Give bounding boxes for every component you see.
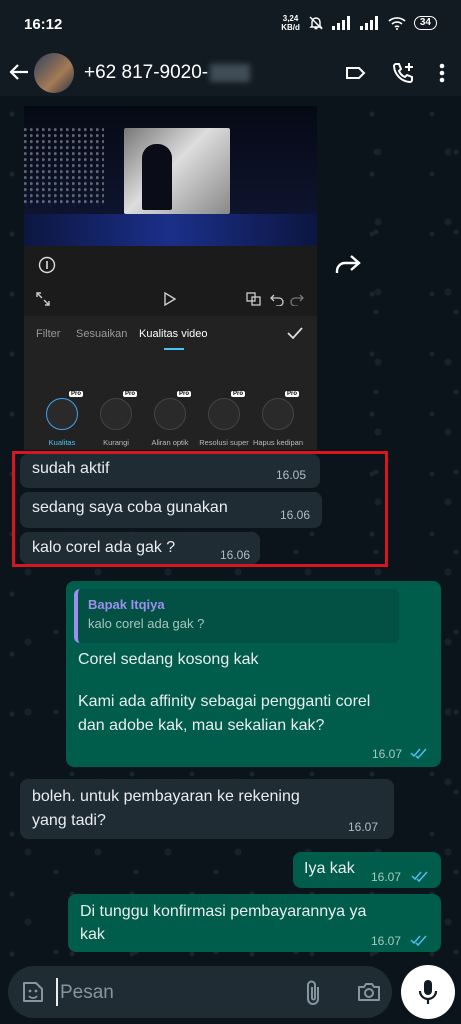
tool-quality: Pro Kualitas	[44, 391, 83, 447]
status-time: 16:12	[24, 16, 63, 33]
stage-screen	[124, 128, 230, 214]
header-actions	[343, 61, 445, 85]
pro-badge: Pro	[284, 391, 299, 397]
compare-icon	[246, 292, 261, 306]
message-text: Kami ada affinity sebagai pengganti core…	[78, 693, 371, 710]
editor-tab-quality: Kualitas video	[139, 328, 208, 340]
performer	[142, 144, 172, 210]
video-preview	[24, 106, 317, 246]
mute-bell-icon	[309, 16, 323, 30]
message-time: 16.07	[372, 747, 403, 761]
stage-lights	[24, 214, 317, 246]
tool-label: Hapus kedipan	[252, 438, 304, 447]
undo-icon	[270, 294, 284, 306]
wifi-icon	[388, 17, 406, 30]
contact-name[interactable]: +62 817-9020-	[84, 62, 251, 84]
network-speed-unit: KB/d	[281, 23, 300, 32]
redo-icon	[290, 294, 304, 306]
message-time: 16.07	[371, 934, 402, 948]
pro-badge: Pro	[230, 391, 245, 397]
message-text: boleh. untuk pembayaran ke rekening	[32, 788, 300, 805]
message-outgoing[interactable]: Iya kak 16.07	[293, 852, 441, 888]
read-ticks-icon	[410, 935, 427, 946]
quoted-text: kalo corel ada gak ?	[88, 616, 205, 631]
editor-controls	[24, 246, 317, 316]
battery-level: 34	[413, 16, 437, 30]
editor-tab-adjust: Sesuaikan	[76, 328, 128, 340]
play-icon	[164, 292, 176, 306]
message-text: Di tunggu konfirmasi pembayarannya ya	[80, 903, 367, 920]
message-incoming[interactable]: boleh. untuk pembayaran ke rekening yang…	[20, 779, 394, 839]
status-bar: 16:12 3,24 KB/d 34	[0, 0, 461, 50]
voice-record-button[interactable]	[401, 965, 455, 1019]
pro-badge: Pro	[122, 391, 137, 397]
tool-reduce: Pro Kurangi	[98, 391, 137, 447]
message-outgoing[interactable]: Di tunggu konfirmasi pembayarannya ya ka…	[68, 894, 441, 952]
signal-icon	[331, 16, 350, 30]
image-message[interactable]: Filter Sesuaikan Kualitas video Pro Kual…	[24, 106, 317, 450]
tool-deflicker: Pro Hapus kedipan	[253, 391, 303, 447]
message-composer	[8, 966, 392, 1018]
network-speed: 3,24 KB/d	[281, 14, 300, 32]
avatar[interactable]	[34, 53, 74, 93]
network-speed-value: 3,24	[282, 14, 299, 23]
message-outgoing[interactable]: Bapak Itqiya kalo corel ada gak ? Corel …	[66, 581, 441, 767]
message-text: dan adobe kak, mau sekalian kak?	[78, 717, 325, 734]
contact-number: +62 817-9020-	[84, 62, 209, 83]
message-time: 16.07	[348, 820, 379, 834]
forward-icon[interactable]	[329, 248, 365, 280]
message-text: Corel sedang kosong kak	[78, 651, 259, 668]
message-text: yang tadi?	[32, 812, 106, 829]
more-options-icon[interactable]	[439, 61, 445, 85]
quoted-sender: Bapak Itqiya	[88, 597, 165, 612]
add-call-icon[interactable]	[391, 61, 415, 85]
camera-icon[interactable]	[356, 980, 382, 1004]
message-text: kak	[80, 926, 105, 943]
active-tab-indicator	[164, 348, 184, 350]
deflicker-icon: Pro	[262, 391, 299, 430]
message-text: Iya kak	[304, 860, 355, 877]
label-icon[interactable]	[343, 61, 367, 85]
crowd-lights	[24, 126, 104, 206]
redacted-number	[210, 63, 251, 82]
attach-icon[interactable]	[304, 979, 324, 1007]
4k-icon: Pro	[208, 391, 245, 430]
chat-header: +62 817-9020-	[0, 50, 461, 96]
quoted-message[interactable]: Bapak Itqiya kalo corel ada gak ?	[74, 589, 399, 643]
quality-hd-icon: Pro	[46, 391, 83, 430]
pro-badge: Pro	[68, 391, 83, 397]
check-icon	[287, 327, 303, 340]
optical-flow-icon: Pro	[154, 391, 191, 430]
tool-optical-flow: Pro Aliran optik	[151, 391, 191, 447]
microphone-icon	[418, 980, 438, 1004]
pro-badge: Pro	[176, 391, 191, 397]
editor-tabs: Filter Sesuaikan Kualitas video	[24, 316, 317, 354]
read-ticks-icon	[411, 871, 428, 882]
message-time: 16.07	[371, 870, 402, 884]
fullscreen-icon	[36, 292, 50, 306]
tool-super-resolution: Pro Resolusi super	[199, 391, 249, 447]
sticker-icon[interactable]	[20, 979, 46, 1005]
signal-icon-2	[359, 16, 378, 30]
status-icons: 3,24 KB/d 34	[281, 14, 437, 32]
highlight-box	[12, 451, 388, 567]
editor-tools: Pro Kualitas Pro Kurangi Pro Aliran opti…	[24, 354, 317, 450]
editor-tab-filter: Filter	[36, 328, 61, 340]
read-ticks-icon	[410, 748, 427, 759]
back-arrow-icon[interactable]	[8, 61, 30, 83]
message-input[interactable]	[58, 980, 262, 1006]
reduce-icon: Pro	[100, 391, 137, 430]
info-icon	[38, 256, 56, 274]
